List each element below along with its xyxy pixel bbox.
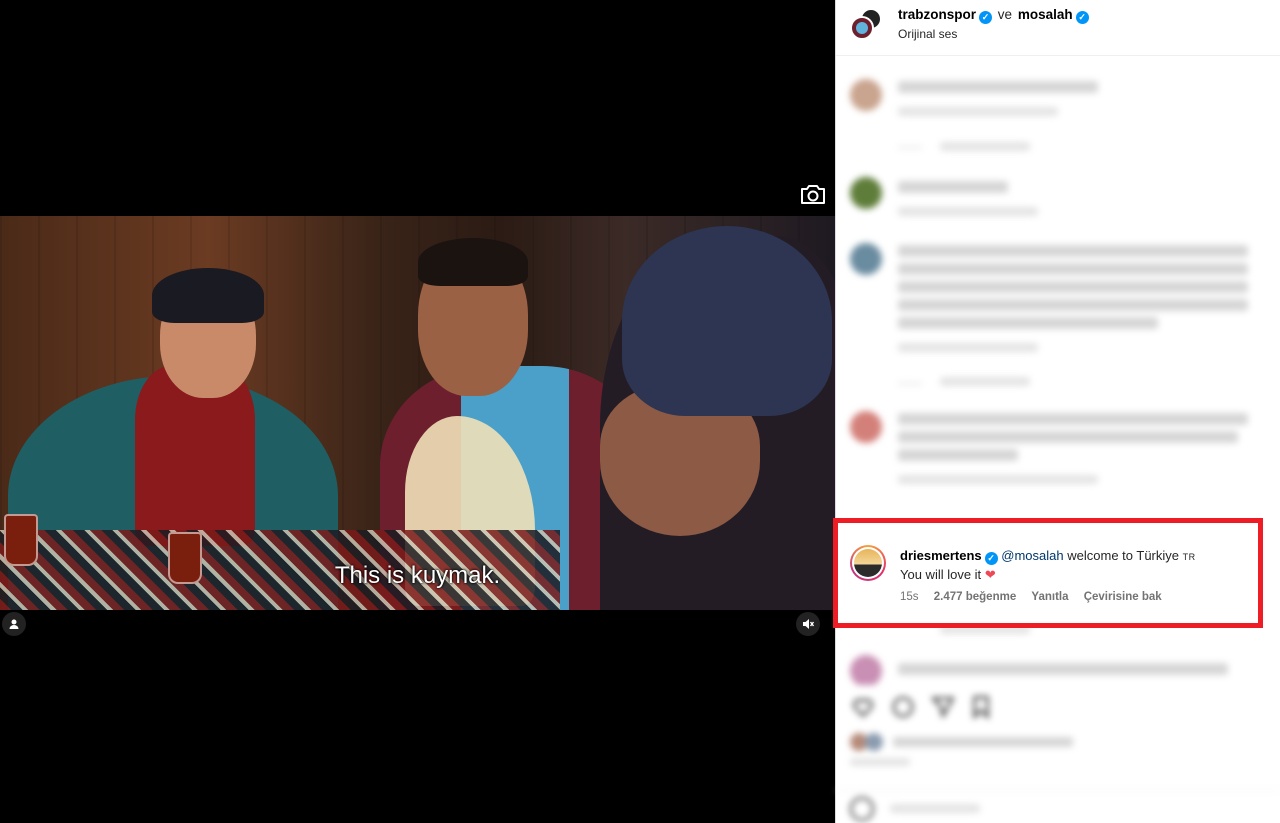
heart-emoji-icon: ❤ [984, 567, 996, 582]
comment-time[interactable]: 15s [900, 591, 919, 603]
comment-body: driesmertens ✓ @mosalah welcome to Türkiy… [900, 548, 1196, 565]
video-frame[interactable] [0, 216, 835, 610]
comment-text [898, 431, 1238, 443]
comment-text [898, 181, 1008, 193]
comment-text [898, 449, 1018, 461]
avatar[interactable] [850, 545, 886, 581]
avatar[interactable] [850, 243, 882, 275]
avatar[interactable] [850, 655, 882, 685]
view-replies[interactable] [940, 377, 1030, 386]
comment-input-row[interactable] [836, 790, 1280, 823]
post-authors: trabzonspor ✓ ve mosalah ✓ [898, 7, 1089, 24]
comment-text [898, 317, 1158, 329]
heart-icon[interactable] [850, 694, 876, 720]
post-header: trabzonspor ✓ ve mosalah ✓ Orijinal ses [836, 0, 1280, 56]
mute-icon[interactable] [796, 612, 820, 636]
comment-text [898, 263, 1248, 275]
share-icon[interactable] [930, 694, 956, 720]
comment-text [898, 281, 1248, 293]
profile-icon[interactable] [2, 612, 26, 636]
reply-button[interactable]: Yanıtla [1031, 591, 1068, 603]
woman-right-hat [622, 226, 832, 416]
avatar[interactable] [850, 16, 874, 40]
author-link[interactable]: trabzonspor [898, 7, 976, 22]
comment-username[interactable]: driesmertens [900, 548, 982, 563]
flag-tr-icon: TR [1182, 552, 1196, 562]
comment-likes[interactable]: 2.477 beğenme [934, 591, 1016, 603]
likes-summary[interactable] [850, 733, 1073, 751]
post-panel: trabzonspor ✓ ve mosalah ✓ Orijinal ses [835, 0, 1280, 823]
comment-meta: 15s 2.477 beğenme Yanıtla Çevirisine bak [900, 591, 1174, 603]
reply-divider [898, 147, 922, 148]
avatar[interactable] [850, 411, 882, 443]
avatar[interactable] [850, 177, 882, 209]
verified-icon: ✓ [984, 552, 998, 565]
comment-body-line2: You will love it ❤ [900, 567, 996, 583]
comment-text [898, 663, 1228, 675]
camera-icon[interactable] [799, 182, 827, 206]
translate-button[interactable]: Çevirisine bak [1084, 591, 1162, 603]
comment-text [898, 413, 1248, 425]
video-pane[interactable]: This is kuymak. [0, 0, 835, 823]
reply-divider [898, 383, 922, 384]
comment-meta [898, 107, 1058, 116]
emoji-icon[interactable] [850, 797, 874, 821]
author-connector: ve [997, 7, 1013, 22]
author-link[interactable]: mosalah [1018, 7, 1073, 22]
comment-meta [898, 343, 1038, 352]
comment-text [898, 81, 1098, 93]
post-time [850, 757, 910, 769]
comment-meta [898, 475, 1098, 484]
comment-icon[interactable] [890, 694, 916, 720]
screen: This is kuymak. trabzonspor ✓ ve mosalah ✓… [0, 0, 1280, 823]
video-subtitle: This is kuymak. [334, 562, 501, 589]
comment-meta [898, 207, 1038, 216]
comment-text: welcome to Türkiye [1067, 548, 1179, 563]
comment-text: You will love it [900, 567, 982, 582]
comment-text [898, 299, 1248, 311]
collab-avatars[interactable] [850, 8, 882, 40]
post-actions [836, 688, 1280, 728]
highlighted-comment: driesmertens ✓ @mosalah welcome to Türkiy… [833, 518, 1263, 628]
avatar[interactable] [850, 79, 882, 111]
comment-mention[interactable]: @mosalah [1001, 548, 1063, 563]
tea-glass [4, 514, 38, 566]
comment-text [898, 245, 1248, 257]
verified-icon: ✓ [1075, 11, 1089, 24]
man-hair [418, 238, 528, 286]
audio-link[interactable]: Orijinal ses [898, 27, 957, 41]
verified-icon: ✓ [979, 11, 993, 24]
comment-input[interactable] [890, 804, 980, 813]
woman-left-headscarf [152, 268, 264, 323]
view-replies[interactable] [940, 142, 1030, 151]
save-icon[interactable] [968, 694, 994, 720]
